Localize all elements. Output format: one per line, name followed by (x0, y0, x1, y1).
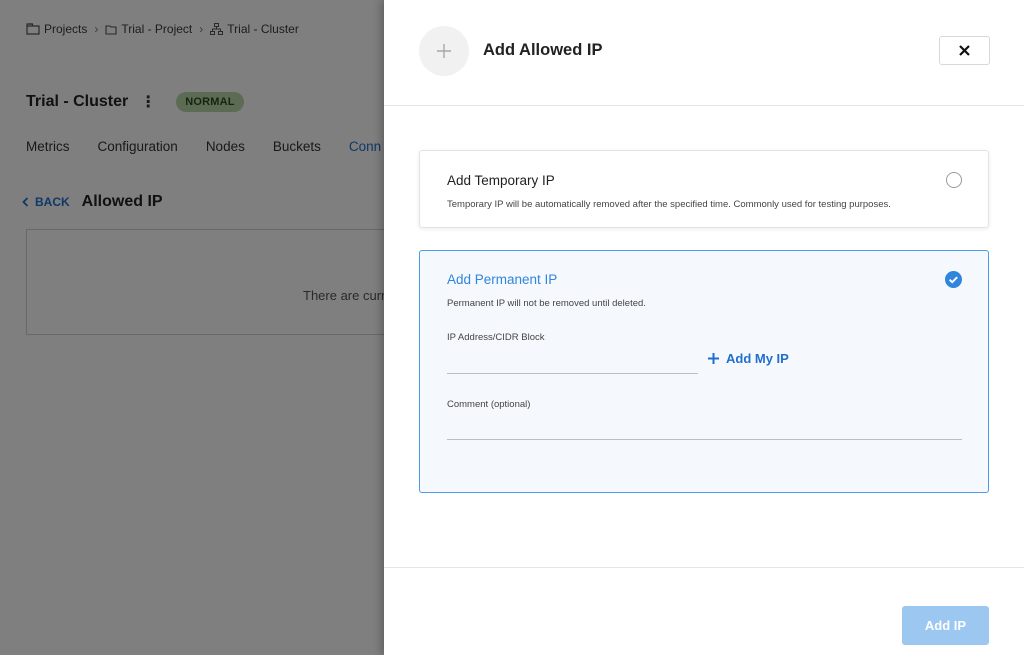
drawer-title: Add Allowed IP (483, 41, 603, 59)
checkmark-circle-icon[interactable] (945, 271, 962, 288)
option-title: Add Permanent IP (447, 272, 558, 287)
comment-input[interactable] (447, 417, 962, 440)
add-my-ip-button[interactable]: Add My IP (708, 351, 789, 366)
plus-icon (708, 353, 719, 364)
add-allowed-ip-drawer: Add Allowed IP Add Temporary IP Temporar… (384, 0, 1024, 655)
option-description: Temporary IP will be automatically remov… (447, 199, 891, 210)
permanent-ip-option[interactable]: Add Permanent IP Permanent IP will not b… (419, 250, 989, 493)
add-ip-button[interactable]: Add IP (902, 606, 989, 645)
plus-icon (419, 26, 469, 76)
ip-address-input[interactable] (447, 351, 698, 374)
drawer-header: Add Allowed IP (384, 0, 1024, 106)
temporary-ip-option[interactable]: Add Temporary IP Temporary IP will be au… (419, 150, 989, 228)
add-my-ip-label: Add My IP (726, 351, 789, 366)
ip-address-label: IP Address/CIDR Block (447, 332, 545, 343)
drawer-footer: Add IP (384, 567, 1024, 655)
option-description: Permanent IP will not be removed until d… (447, 298, 646, 309)
comment-label: Comment (optional) (447, 399, 531, 410)
option-title: Add Temporary IP (447, 173, 555, 188)
close-icon (959, 45, 970, 56)
temporary-ip-radio[interactable] (946, 172, 962, 188)
close-button[interactable] (939, 36, 990, 65)
